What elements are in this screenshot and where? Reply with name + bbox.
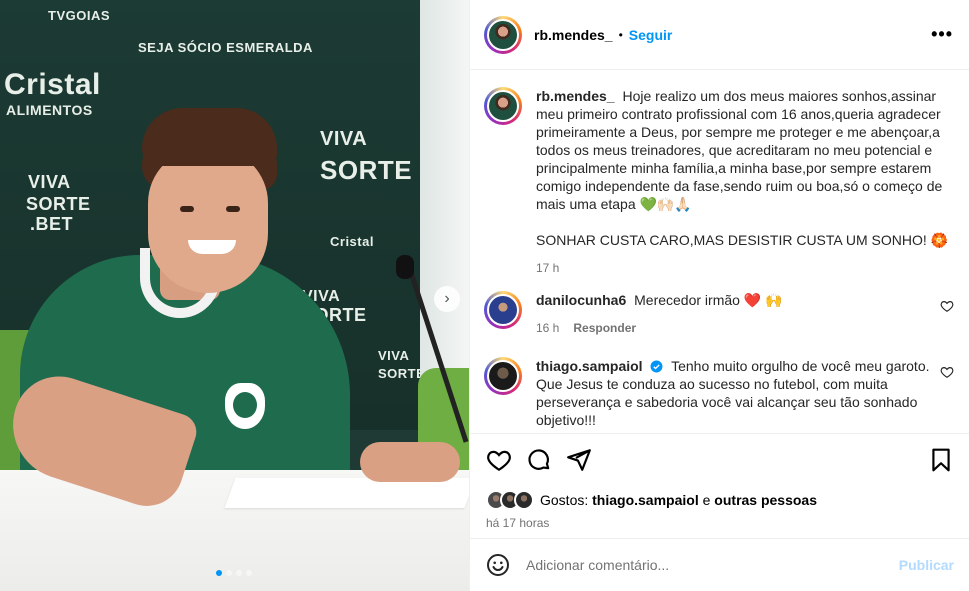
- verified-icon: [651, 360, 663, 373]
- next-arrow-icon[interactable]: ›: [434, 286, 460, 312]
- sponsor-text: VIVA: [320, 128, 368, 150]
- likes-others-link[interactable]: outras pessoas: [714, 492, 817, 508]
- comment-time: 16 h: [536, 321, 560, 335]
- sponsor-text: Cristal: [4, 68, 101, 101]
- liker-avatars[interactable]: [486, 490, 534, 510]
- more-icon[interactable]: •••: [931, 24, 953, 45]
- comment-username[interactable]: thiago.sampaiol: [536, 358, 643, 374]
- microphone: [396, 255, 414, 279]
- sponsor-text: SEJA SÓCIO ESMERALDA: [138, 40, 313, 55]
- sponsor-text: SORTE: [26, 194, 91, 214]
- contract-paper: [224, 478, 469, 508]
- commenter-avatar[interactable]: [484, 357, 522, 395]
- likes-prefix: Gostos:: [540, 492, 589, 508]
- carousel-dot: [246, 570, 252, 576]
- comment-item: danilocunha6 Merecedor irmão ❤️ 🙌 16 h R…: [484, 291, 954, 337]
- player-hair: [142, 108, 277, 166]
- comment-composer: Publicar: [470, 538, 969, 591]
- post-media[interactable]: TVGOIAS SEJA SÓCIO ESMERALDA Cristal ALI…: [0, 0, 469, 591]
- sponsor-text: VIVA: [28, 172, 71, 192]
- player-face: [148, 148, 268, 293]
- heart-icon[interactable]: [940, 365, 954, 379]
- comment-text: Merecedor irmão ❤️ 🙌: [634, 292, 783, 308]
- carousel-dot: [226, 570, 232, 576]
- comment-icon[interactable]: [526, 447, 552, 473]
- share-icon[interactable]: [566, 447, 592, 473]
- sponsor-text: SORTE: [320, 155, 413, 185]
- post-header: rb.mendes_ • Seguir •••: [470, 0, 969, 70]
- carousel-dot: [236, 570, 242, 576]
- sponsor-text: VIVA: [378, 348, 410, 363]
- heart-icon[interactable]: [486, 447, 512, 473]
- publish-button[interactable]: Publicar: [899, 557, 954, 573]
- follow-button[interactable]: Seguir: [629, 27, 673, 43]
- sponsor-text: TVGOIAS: [48, 8, 111, 23]
- emoji-icon[interactable]: [486, 553, 510, 577]
- player-smile: [188, 240, 236, 254]
- header-separator: •: [618, 27, 623, 42]
- caption: rb.mendes_ Hoje realizo um dos meus maio…: [484, 87, 954, 277]
- bookmark-icon[interactable]: [928, 447, 954, 473]
- commenter-avatar[interactable]: [484, 291, 522, 329]
- player-eye: [226, 206, 240, 212]
- comment-input[interactable]: [526, 557, 899, 573]
- player-hand: [360, 442, 460, 482]
- likes-connector: e: [702, 492, 711, 508]
- author-avatar[interactable]: [484, 15, 522, 54]
- heart-icon[interactable]: [940, 299, 954, 313]
- caption-text: Hoje realizo um dos meus maiores sonhos,…: [536, 88, 943, 212]
- sponsor-text: ALIMENTOS: [6, 102, 93, 118]
- caption-text-2: SONHAR CUSTA CARO,MAS DESISTIR CUSTA UM …: [536, 232, 949, 248]
- post-actions: Gostos: thiago.sampaiol e outras pessoas…: [470, 433, 969, 533]
- reply-button[interactable]: Responder: [573, 319, 636, 337]
- post-timestamp[interactable]: há 17 horas: [486, 516, 954, 530]
- caption-username[interactable]: rb.mendes_: [536, 88, 615, 104]
- likes-summary: Gostos: thiago.sampaiol e outras pessoas: [486, 490, 954, 510]
- author-avatar[interactable]: [484, 87, 522, 125]
- caption-time: 17 h: [536, 261, 560, 275]
- liker-username[interactable]: thiago.sampaiol: [592, 492, 699, 508]
- player-eye: [180, 206, 194, 212]
- carousel-indicator: [216, 570, 252, 576]
- club-badge-emblem: [233, 392, 257, 418]
- post-details-panel: rb.mendes_ • Seguir ••• rb.mendes_ Hoje …: [469, 0, 969, 591]
- comment-item: thiago.sampaiol Tenho muito orgulho de v…: [484, 357, 954, 429]
- sponsor-text: .BET: [30, 214, 74, 234]
- comments-list[interactable]: rb.mendes_ Hoje realizo um dos meus maio…: [470, 71, 969, 433]
- liker-avatar: [514, 490, 534, 510]
- sponsor-text: Cristal: [330, 234, 374, 249]
- comment-username[interactable]: danilocunha6: [536, 292, 626, 308]
- carousel-dot: [216, 570, 222, 576]
- author-username[interactable]: rb.mendes_: [534, 27, 613, 43]
